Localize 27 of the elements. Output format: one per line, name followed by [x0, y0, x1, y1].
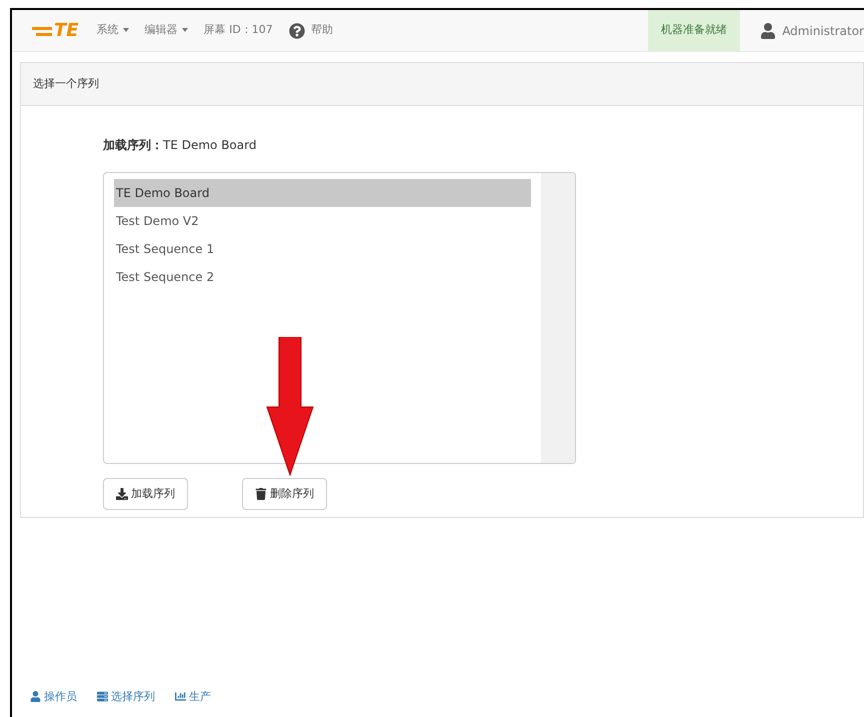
footer-link[interactable]: 操作员 [30, 688, 77, 705]
sequence-item[interactable]: TE Demo Board [114, 179, 531, 207]
logo-text[interactable]: TE [54, 22, 79, 40]
help-icon[interactable] [288, 22, 305, 38]
loaded-value: TE Demo Board [163, 137, 256, 154]
nav-menu[interactable]: 屏幕 ID：107 [204, 22, 273, 39]
sequence-item[interactable]: Test Demo V2 [114, 207, 531, 235]
download-icon [116, 488, 128, 500]
user-name[interactable]: Administrator [782, 22, 864, 40]
sequence-item[interactable]: Test Sequence 2 [114, 263, 531, 291]
load-button[interactable]: 加载序列 [103, 478, 188, 510]
user-icon [760, 22, 776, 38]
nav-menu[interactable]: 系统 [96, 22, 129, 39]
footer-link[interactable]: 选择序列 [97, 688, 155, 705]
delete-button[interactable]: 删除序列 [242, 478, 327, 510]
logo-stripes-icon [32, 24, 52, 36]
panel-title: 选择一个序列 [33, 76, 99, 92]
user-icon [30, 691, 41, 702]
footer-link[interactable]: 生产 [175, 688, 211, 705]
list-icon [97, 691, 108, 702]
loaded-label: 加载序列： [103, 137, 163, 154]
help-link[interactable]: 帮助 [310, 22, 333, 39]
status-badge: 机器准备就绪 [648, 10, 740, 51]
bar-chart-icon [175, 691, 186, 702]
sequence-item[interactable]: Test Sequence 1 [114, 235, 531, 263]
trash-icon [255, 488, 267, 500]
nav-menu[interactable]: 编辑器 [144, 22, 188, 39]
